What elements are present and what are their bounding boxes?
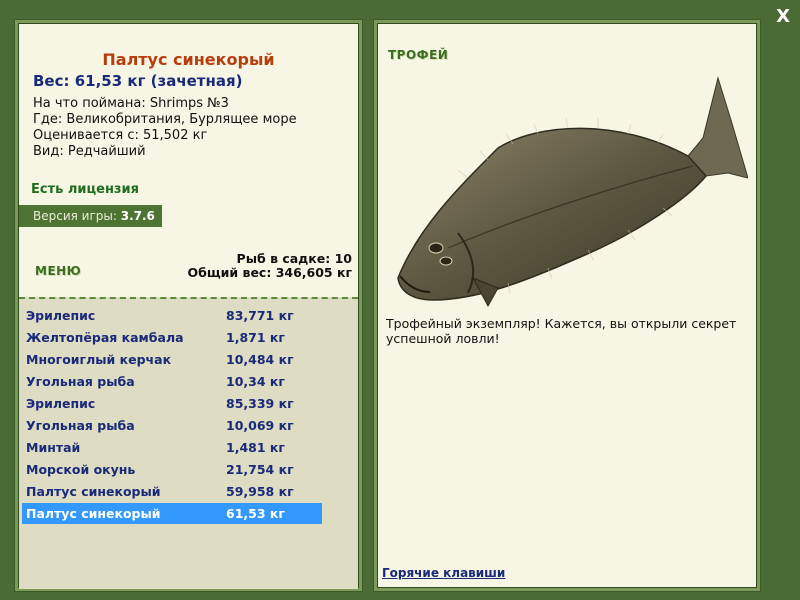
catch-row[interactable]: Палтус синекорый 59,958 кг [22, 481, 322, 502]
catch-row[interactable]: Морской окунь 21,754 кг [22, 459, 322, 480]
keepnet-total-weight: Общий вес: 346,605 кг [187, 265, 353, 280]
menu-button[interactable]: МЕНЮ [35, 264, 81, 278]
hotkeys-link[interactable]: Горячие клавиши [382, 566, 505, 580]
catch-weight: 83,771 кг [226, 308, 294, 323]
catch-name: Морской окунь [26, 462, 136, 477]
catch-weight: 59,958 кг [226, 484, 294, 499]
catch-name: Угольная рыба [26, 418, 135, 433]
trophy-message: Трофейный экземпляр! Кажется, вы открыли… [386, 316, 737, 346]
catch-weight: 10,34 кг [226, 374, 285, 389]
catch-row[interactable]: Минтай 1,481 кг [22, 437, 322, 458]
catch-weight: 21,754 кг [226, 462, 294, 477]
catch-row[interactable]: Желтопёрая камбала 1,871 кг [22, 327, 322, 348]
fish-bait: На что поймана: Shrimps №3 [33, 96, 229, 111]
keepnet-count: Рыб в садке: 10 [236, 251, 352, 266]
catch-name: Минтай [26, 440, 81, 455]
catch-name: Палтус синекорый [26, 484, 161, 499]
catch-name: Эрилепис [26, 396, 96, 411]
catch-name: Эрилепис [26, 308, 96, 323]
catch-weight: 10,069 кг [226, 418, 294, 433]
version-bar: Версия игры: 3.7.6 [19, 205, 162, 227]
catch-row[interactable]: Угольная рыба 10,34 кг [22, 371, 322, 392]
fish-rarity: Вид: Редчайший [33, 144, 146, 159]
catch-name: Многоиглый керчак [26, 352, 172, 367]
version-label: Версия игры: [33, 209, 117, 223]
halibut-image [397, 76, 748, 308]
fish-title: Палтус синекорый [102, 50, 275, 69]
catch-weight: 61,53 кг [226, 506, 285, 521]
catch-list: Эрилепис 83,771 кг Желтопёрая камбала 1,… [19, 297, 358, 589]
catch-row[interactable]: Эрилепис 83,771 кг [22, 305, 322, 326]
catch-info-panel: Палтус синекорый Вес: 61,53 кг (зачетная… [18, 23, 359, 589]
fish-location: Где: Великобритания, Бурлящее море [33, 112, 297, 127]
fish-rated-from: Оценивается с: 51,502 кг [33, 128, 208, 143]
catch-weight: 85,339 кг [226, 396, 294, 411]
catch-weight: 1,481 кг [226, 440, 285, 455]
version-value: 3.7.6 [120, 209, 155, 223]
trophy-panel: ТРОФЕЙ Трофейный экземпляр! Кажется, вы … [377, 23, 757, 588]
catch-row-selected[interactable]: Палтус синекорый 61,53 кг [22, 503, 322, 524]
catch-name: Угольная рыба [26, 374, 135, 389]
catch-row[interactable]: Эрилепис 85,339 кг [22, 393, 322, 414]
catch-name: Палтус синекорый [26, 506, 161, 521]
close-button[interactable]: X [776, 6, 790, 27]
catch-row[interactable]: Многоиглый керчак 10,484 кг [22, 349, 322, 370]
keepnet-summary: Рыб в садке: 10 Общий вес: 346,605 кг [188, 252, 353, 280]
catch-weight: 1,871 кг [226, 330, 285, 345]
license-status: Есть лицензия [31, 182, 139, 197]
catch-weight: 10,484 кг [226, 352, 294, 367]
fish-weight: Вес: 61,53 кг (зачетная) [33, 72, 243, 90]
catch-name: Желтопёрая камбала [26, 330, 184, 345]
catch-row[interactable]: Угольная рыба 10,069 кг [22, 415, 322, 436]
